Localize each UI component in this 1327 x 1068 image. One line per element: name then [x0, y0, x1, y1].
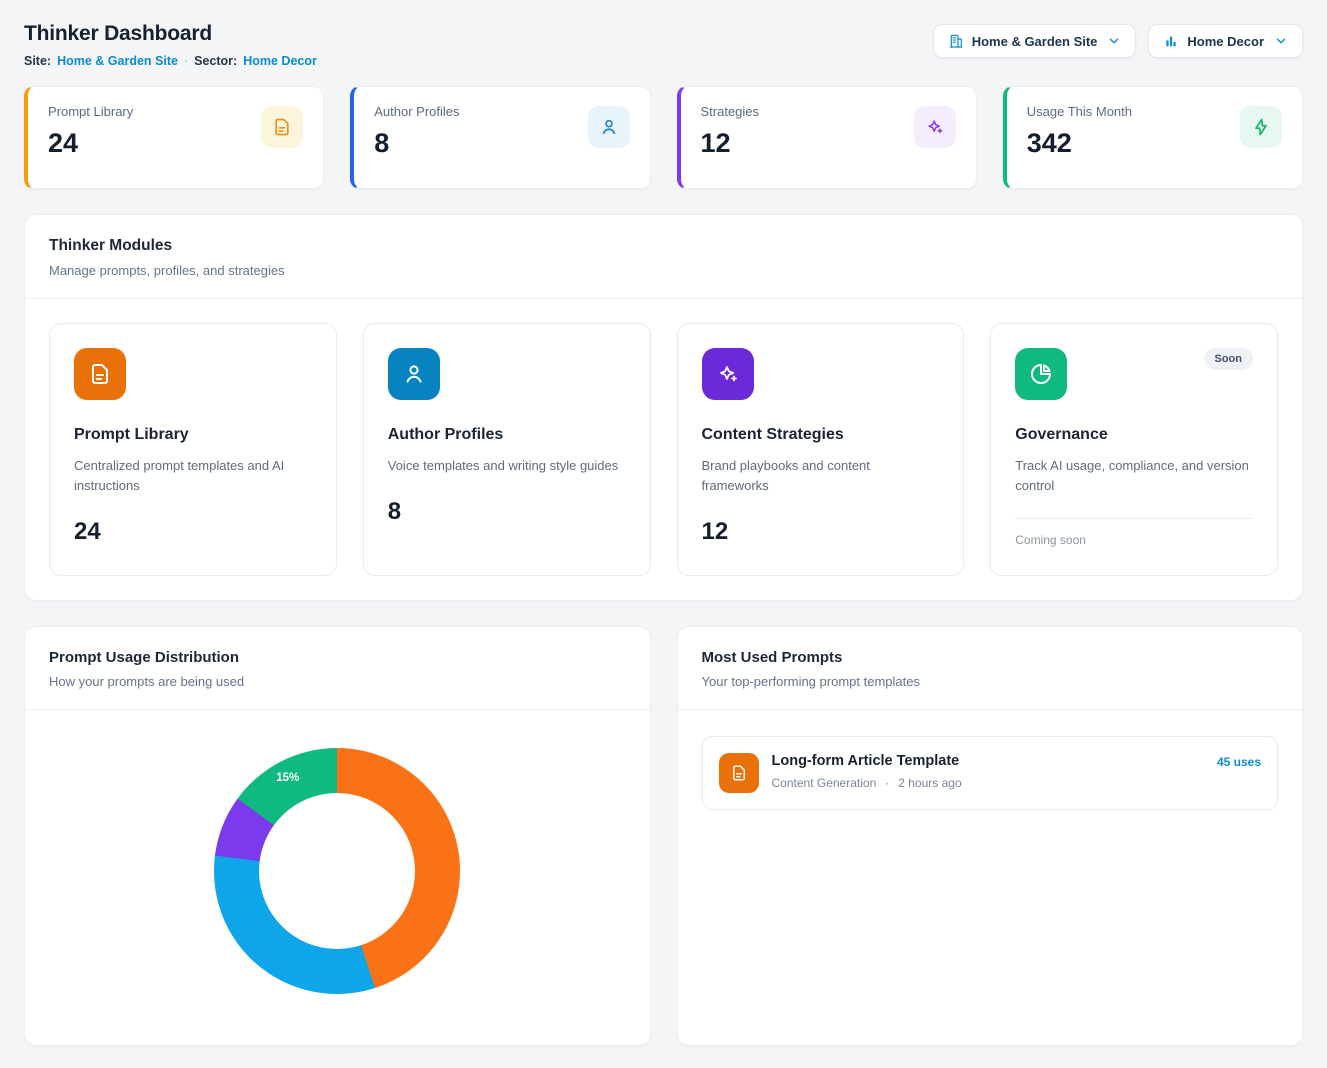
stat-label: Author Profiles: [374, 104, 459, 119]
document-icon: [74, 348, 126, 400]
soon-badge: Soon: [1204, 348, 1254, 370]
module-title: Governance: [1015, 426, 1253, 444]
chevron-down-icon: [1274, 34, 1288, 48]
divider: [1015, 518, 1253, 519]
bottom-row: Prompt Usage Distribution How your promp…: [24, 626, 1303, 1046]
stat-card-strategies: Strategies 12: [677, 86, 977, 189]
module-title: Author Profiles: [388, 426, 626, 444]
donut-chart[interactable]: 15%: [214, 748, 460, 994]
module-description: Centralized prompt templates and AI inst…: [74, 456, 312, 496]
stat-label: Strategies: [701, 104, 760, 119]
stat-value: 342: [1027, 128, 1132, 159]
sector-link[interactable]: Home Decor: [243, 54, 317, 68]
modules-grid: Prompt Library Centralized prompt templa…: [25, 299, 1302, 600]
module-title: Prompt Library: [74, 426, 312, 444]
stat-text: Prompt Library 24: [48, 104, 133, 171]
thinker-modules-panel: Thinker Modules Manage prompts, profiles…: [24, 214, 1303, 601]
modules-panel-subtitle: Manage prompts, profiles, and strategies: [49, 263, 1278, 278]
prompt-item-time: 2 hours ago: [898, 776, 961, 790]
prompts-card-subtitle: Your top-performing prompt templates: [702, 674, 1279, 689]
module-count: 24: [74, 518, 312, 546]
usage-card-title: Prompt Usage Distribution: [49, 649, 626, 666]
pie-chart-icon: [1015, 348, 1067, 400]
stat-label: Prompt Library: [48, 104, 133, 119]
stat-value: 8: [374, 128, 459, 159]
site-selector-value: Home & Garden Site: [972, 34, 1098, 49]
site-selector-dropdown[interactable]: Home & Garden Site: [933, 24, 1137, 58]
donut-slice-label: 15%: [276, 772, 299, 784]
chevron-down-icon: [1107, 34, 1121, 48]
module-card-governance[interactable]: Soon Governance Track AI usage, complian…: [990, 323, 1278, 576]
prompt-usage-card: Prompt Usage Distribution How your promp…: [24, 626, 651, 1046]
modules-panel-title: Thinker Modules: [49, 237, 1278, 255]
lightning-icon: [1240, 106, 1282, 148]
prompt-item-category: Content Generation: [772, 776, 877, 790]
module-description: Voice templates and writing style guides: [388, 456, 626, 476]
stat-text: Author Profiles 8: [374, 104, 459, 171]
prompt-item-uses-badge: 45 uses: [1217, 755, 1261, 769]
module-card-prompt-library[interactable]: Prompt Library Centralized prompt templa…: [49, 323, 337, 576]
user-icon: [388, 348, 440, 400]
prompt-item-text: Long-form Article Template Content Gener…: [772, 753, 962, 790]
prompts-card-title: Most Used Prompts: [702, 649, 1279, 666]
breadcrumb: Site: Home & Garden Site · Sector: Home …: [24, 54, 317, 68]
module-card-author-profiles[interactable]: Author Profiles Voice templates and writ…: [363, 323, 651, 576]
module-description: Track AI usage, compliance, and version …: [1015, 456, 1253, 496]
stat-text: Strategies 12: [701, 104, 760, 171]
sparkle-star-icon: [702, 348, 754, 400]
divider: [25, 709, 650, 710]
prompt-item-title: Long-form Article Template: [772, 753, 962, 769]
stat-text: Usage This Month 342: [1027, 104, 1132, 171]
stat-value: 24: [48, 128, 133, 159]
stat-label: Usage This Month: [1027, 104, 1132, 119]
document-icon: [261, 106, 303, 148]
stats-row: Prompt Library 24 Author Profiles 8 Stra…: [24, 86, 1303, 189]
module-count: 8: [388, 498, 626, 526]
bar-chart-icon: [1163, 33, 1179, 49]
stat-value: 12: [701, 128, 760, 159]
module-top-row: Soon: [1015, 348, 1253, 400]
prompts-card-header: Most Used Prompts Your top-performing pr…: [678, 627, 1303, 709]
coming-soon-text: Coming soon: [1015, 533, 1253, 547]
stat-card-usage: Usage This Month 342: [1003, 86, 1303, 189]
prompt-list-item[interactable]: Long-form Article Template Content Gener…: [702, 736, 1279, 810]
sparkle-star-icon: [914, 106, 956, 148]
most-used-prompts-card: Most Used Prompts Your top-performing pr…: [677, 626, 1304, 1046]
usage-card-header: Prompt Usage Distribution How your promp…: [25, 627, 650, 709]
sector-selector-value: Home Decor: [1187, 34, 1264, 49]
module-card-content-strategies[interactable]: Content Strategies Brand playbooks and c…: [677, 323, 965, 576]
module-title: Content Strategies: [702, 426, 940, 444]
donut-chart-area: 15%: [25, 748, 650, 994]
modules-panel-header: Thinker Modules Manage prompts, profiles…: [25, 215, 1302, 298]
site-link[interactable]: Home & Garden Site: [57, 54, 178, 68]
dashboard-page: Thinker Dashboard Site: Home & Garden Si…: [0, 0, 1327, 1068]
site-label: Site:: [24, 54, 51, 68]
divider: [678, 709, 1303, 710]
page-header: Thinker Dashboard Site: Home & Garden Si…: [24, 22, 1303, 68]
header-titles: Thinker Dashboard Site: Home & Garden Si…: [24, 22, 317, 68]
user-icon: [588, 106, 630, 148]
header-selectors: Home & Garden Site Home Decor: [933, 24, 1303, 58]
usage-card-subtitle: How your prompts are being used: [49, 674, 626, 689]
separator-dot: ·: [885, 776, 889, 790]
document-icon: [719, 753, 759, 793]
module-count: 12: [702, 518, 940, 546]
stat-card-prompt-library: Prompt Library 24: [24, 86, 324, 189]
page-title: Thinker Dashboard: [24, 22, 317, 46]
separator-dot: ·: [184, 54, 188, 68]
module-description: Brand playbooks and content frameworks: [702, 456, 940, 496]
sector-selector-dropdown[interactable]: Home Decor: [1148, 24, 1303, 58]
stat-card-author-profiles: Author Profiles 8: [350, 86, 650, 189]
prompt-item-meta: Content Generation · 2 hours ago: [772, 776, 962, 790]
building-icon: [948, 33, 964, 49]
sector-label: Sector:: [194, 54, 237, 68]
